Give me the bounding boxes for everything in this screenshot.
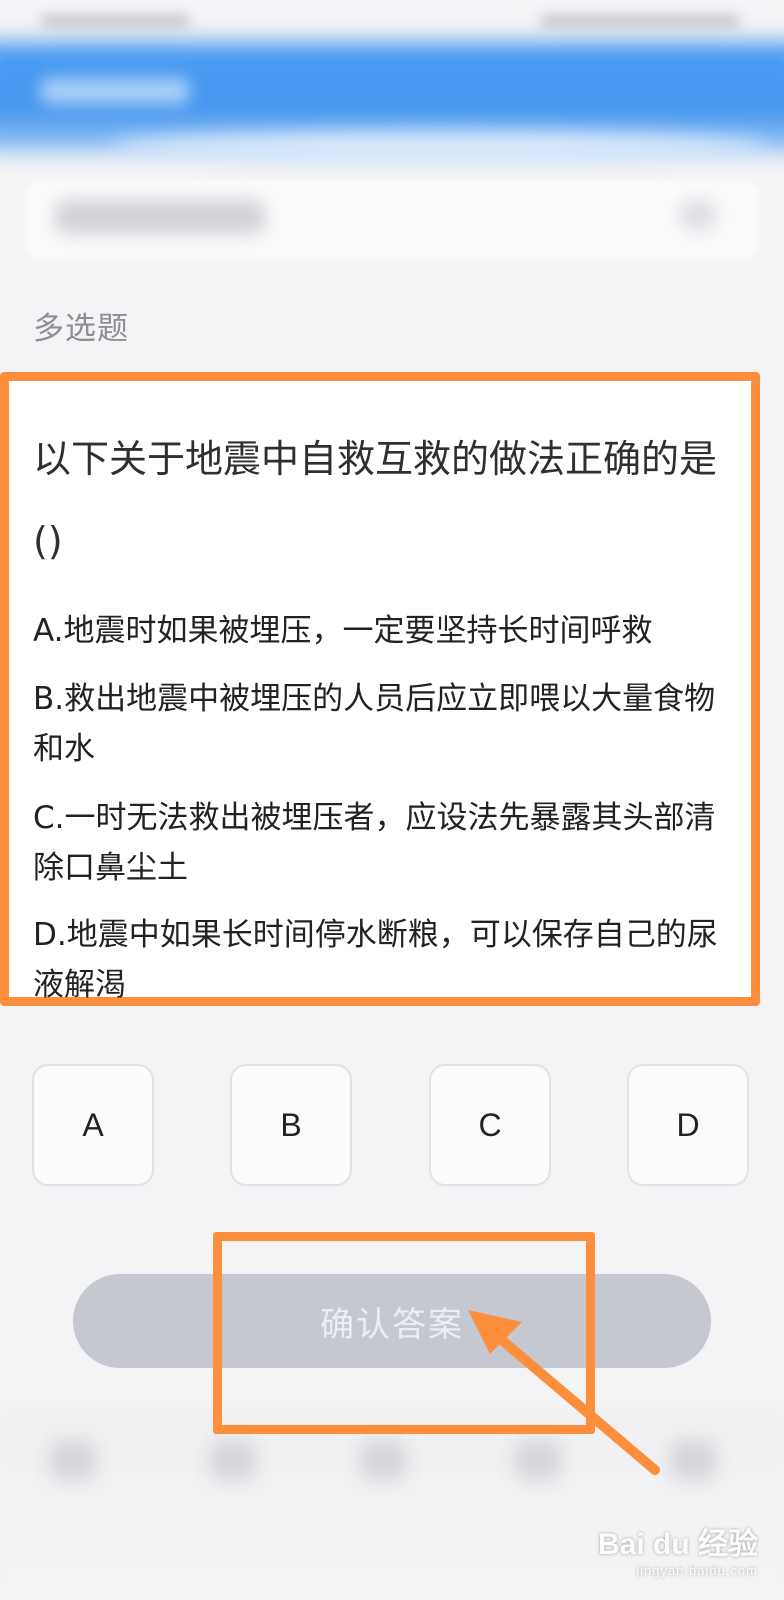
- nav-icon-1-blurred[interactable]: [50, 1440, 96, 1480]
- annotation-arrow-icon: [468, 1310, 660, 1475]
- option-a-text: A.地震时如果被埋压，一定要坚持长时间呼救: [33, 613, 653, 649]
- answer-button-d[interactable]: D: [627, 1064, 749, 1186]
- quiz-screen: 多选题 以下关于地震中自救互救的做法正确的是() A.地震时如果被埋压，一定要坚…: [0, 0, 784, 1600]
- nav-icon-3-blurred[interactable]: [360, 1440, 406, 1480]
- answer-button-b[interactable]: B: [230, 1064, 352, 1186]
- baidu-jingyan-watermark: Bai du 经验 jingyan.baidu.com: [598, 1519, 758, 1578]
- answer-button-c[interactable]: C: [429, 1064, 551, 1186]
- status-icons-blurred: [540, 14, 740, 28]
- question-type-label: 多选题: [33, 311, 129, 347]
- option-b-text: B.救出地震中被埋压的人员后应立即喂以大量食物和水: [33, 681, 716, 767]
- exam-info-text-blurred: [55, 200, 265, 234]
- watermark-logo-text: Bai du 经验: [597, 1528, 758, 1561]
- option-d-text: D.地震中如果长时间停水断粮，可以保存自己的尿液解渴: [33, 917, 718, 1003]
- answer-button-a[interactable]: A: [32, 1064, 154, 1186]
- nav-icon-2-blurred[interactable]: [210, 1440, 256, 1480]
- question-text: 以下关于地震中自救互救的做法正确的是(): [33, 437, 718, 563]
- watermark-url: jingyan.baidu.com: [636, 1563, 758, 1578]
- header-decoration: [110, 132, 770, 162]
- header-title-blurred: [40, 78, 190, 104]
- status-time-blurred: [40, 14, 190, 28]
- option-c-text: C.一时无法救出被埋压者，应设法先暴露其头部清除口鼻尘土: [33, 800, 716, 886]
- exam-info-icon-blurred: [680, 200, 716, 230]
